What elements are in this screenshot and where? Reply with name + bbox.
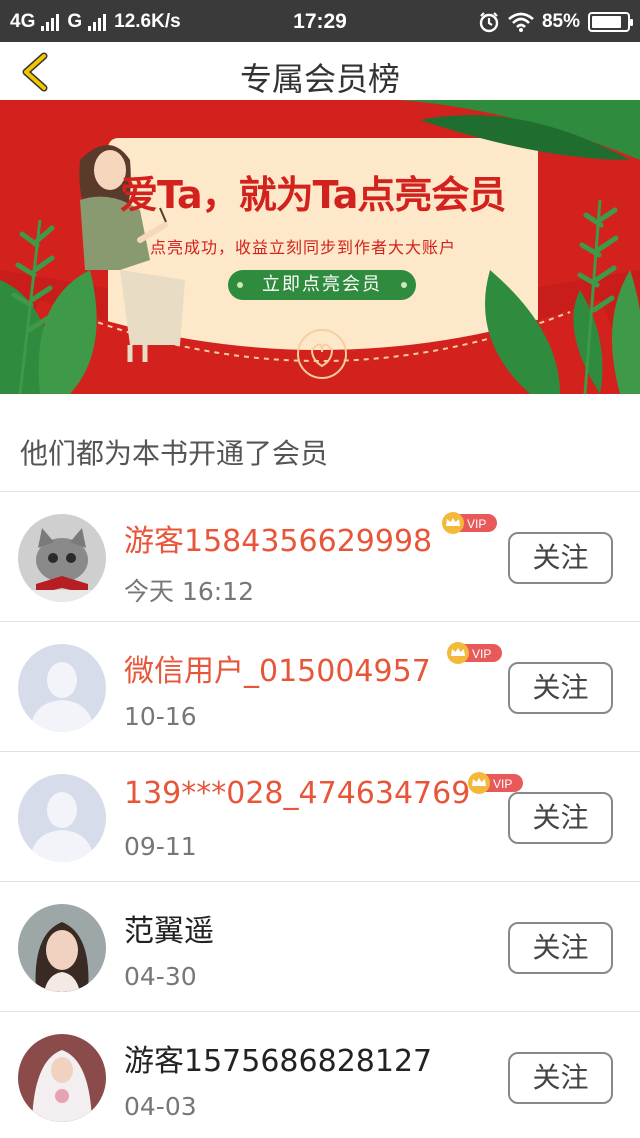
section-title: 他们都为本书开通了会员 — [20, 437, 329, 470]
page-title: 专属会员榜 — [239, 60, 400, 98]
banner-subtitle: 点亮成功，收益立刻同步到作者大大账户 — [150, 238, 457, 257]
follow-button[interactable]: 关注 — [508, 792, 613, 844]
status-bar: 4G G 12.6K/s 17:29 85% — [0, 0, 640, 42]
default-avatar[interactable] — [18, 774, 106, 862]
battery-fill — [592, 16, 621, 28]
alarm-icon — [479, 12, 499, 33]
battery-percent: 85% — [541, 11, 580, 32]
member-time: 今天 16:12 — [124, 577, 254, 606]
follow-button[interactable]: 关注 — [508, 532, 613, 584]
follow-button[interactable]: 关注 — [508, 662, 613, 714]
woman-photo-avatar[interactable] — [18, 904, 106, 992]
vip-crown-icon: VIP — [468, 772, 523, 794]
bride-photo-avatar[interactable] — [18, 1034, 106, 1122]
follow-button[interactable]: 关注 — [508, 1052, 613, 1104]
member-time: 04-30 — [124, 962, 197, 991]
list-item[interactable]: 范翼遥 04-30 关注 — [0, 882, 640, 1012]
list-item[interactable]: 139***028_474634769 VIP 09-11 关注 — [0, 752, 640, 882]
member-time: 09-11 — [124, 832, 197, 861]
member-list: 游客1584356629998 VIP 今天 16:12 关注 微信用户_015… — [0, 492, 640, 1138]
promo-banner[interactable]: 爱Ta，就为Ta点亮会员 点亮成功，收益立刻同步到作者大大账户 立即点亮会员 — [0, 100, 640, 394]
cat-avatar[interactable] — [18, 514, 106, 602]
member-name[interactable]: 微信用户_015004957 — [124, 646, 431, 690]
member-time: 04-03 — [124, 1092, 197, 1121]
vip-label: VIP — [467, 517, 486, 531]
user-silhouette-icon — [18, 644, 106, 732]
member-name[interactable]: 游客1584356629998 — [124, 516, 432, 560]
section-header: 他们都为本书开通了会员 — [0, 394, 640, 492]
wifi-icon — [508, 12, 534, 32]
vip-label: VIP — [493, 777, 512, 791]
light-up-membership-button[interactable]: 立即点亮会员 — [228, 270, 416, 300]
cat-photo-icon — [18, 514, 106, 602]
list-item[interactable]: 游客1584356629998 VIP 今天 16:12 关注 — [0, 492, 640, 622]
user-silhouette-icon — [18, 774, 106, 862]
member-name[interactable]: 游客1575686828127 — [124, 1036, 432, 1080]
list-item[interactable]: 游客1575686828127 04-03 关注 — [0, 1012, 640, 1138]
vip-crown-icon: VIP — [442, 512, 497, 534]
status-right: 85% — [478, 11, 633, 33]
nav-bar: 专属会员榜 — [0, 42, 640, 100]
follow-button[interactable]: 关注 — [508, 922, 613, 974]
member-name[interactable]: 139***028_474634769 — [124, 776, 470, 811]
battery-icon — [588, 12, 633, 32]
vip-label: VIP — [472, 647, 491, 661]
member-name[interactable]: 范翼遥 — [124, 906, 214, 950]
banner-headline: 爱Ta，就为Ta点亮会员 — [120, 173, 506, 217]
default-avatar[interactable] — [18, 644, 106, 732]
list-item[interactable]: 微信用户_015004957 VIP 10-16 关注 — [0, 622, 640, 752]
bride-photo-icon — [18, 1034, 106, 1122]
member-time: 10-16 — [124, 702, 197, 731]
vip-crown-icon: VIP — [447, 642, 502, 664]
woman-photo-icon — [18, 904, 106, 992]
